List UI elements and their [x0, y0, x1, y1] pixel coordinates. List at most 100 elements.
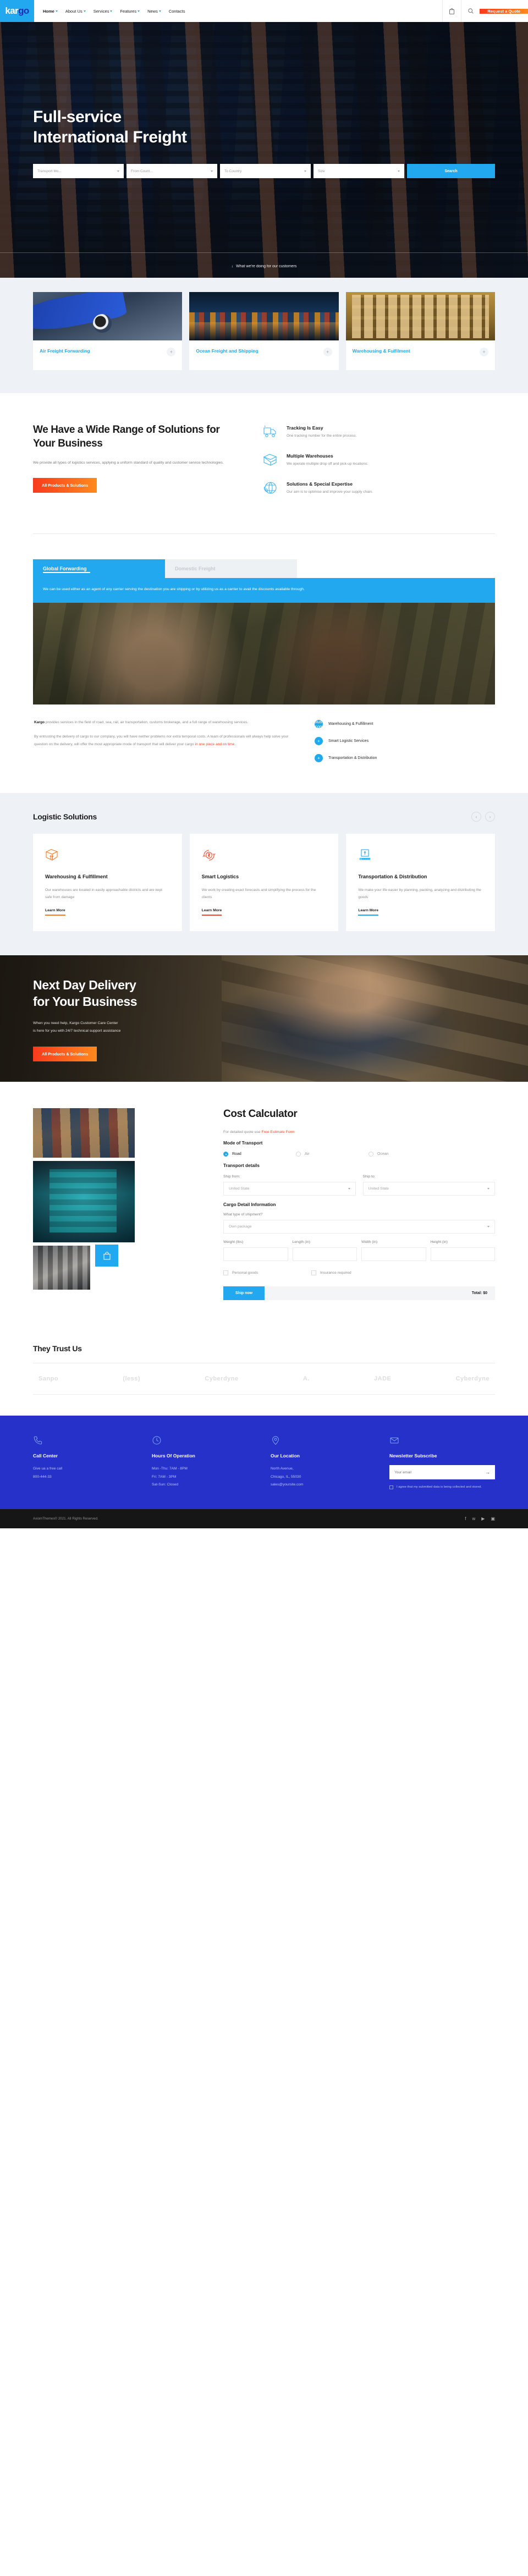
client-logo: Cyberdyne — [455, 1375, 490, 1383]
hero-scroll-hint[interactable]: ↓ What we're doing for our customers — [0, 260, 528, 270]
consent-label: I agree that my submitted data is being … — [397, 1485, 482, 1489]
checkbox-insurance-required[interactable]: Insurance required — [311, 1270, 399, 1276]
newsletter-consent[interactable]: I agree that my submitted data is being … — [389, 1485, 495, 1490]
chevron-down-icon — [110, 10, 113, 12]
nav-item-features[interactable]: Features — [120, 9, 140, 14]
solution-card[interactable]: Smart Logistics We work by creating exac… — [189, 834, 339, 932]
site-header: kargo Home About Us Services Features Ne… — [0, 0, 528, 22]
width-input[interactable] — [361, 1247, 426, 1262]
weight-input[interactable] — [223, 1247, 288, 1262]
tab-panel-image — [33, 603, 495, 705]
plus-icon[interactable]: + — [479, 348, 488, 356]
request-quote-button[interactable]: Request a Quote — [480, 8, 528, 14]
nav-item-news[interactable]: News — [147, 9, 161, 14]
instagram-icon[interactable]: ▣ — [491, 1516, 495, 1521]
weight-label: Weight (lbs) — [223, 1240, 244, 1245]
twitter-icon[interactable]: w — [472, 1516, 476, 1521]
service-card[interactable]: Warehousing & Fulfilment + — [345, 292, 495, 370]
checkbox-label: Insurance required — [320, 1271, 351, 1275]
money-cycle-icon — [202, 848, 327, 863]
checkbox-personal-goods[interactable]: Personal goods — [223, 1270, 311, 1276]
size-select[interactable]: Size — [314, 164, 404, 179]
feature-desc: We operate multiple drop off and pick-up… — [287, 462, 369, 466]
cart-icon[interactable] — [95, 1245, 118, 1267]
radio-dot-icon — [223, 1152, 228, 1157]
hero-search-form: Transport Mo... From Count... To Country… — [33, 164, 495, 179]
learn-more-link[interactable]: Learn More — [201, 909, 222, 916]
ship-now-button[interactable]: Ship now — [223, 1286, 265, 1301]
radio-road[interactable]: Road — [223, 1152, 296, 1157]
tab-global-forwarding[interactable]: Global Forwarding — [33, 559, 165, 578]
learn-more-link[interactable]: Learn More — [358, 909, 378, 916]
plus-icon: + — [315, 754, 323, 763]
solution-card[interactable]: Transportation & Distribution We make yo… — [346, 834, 496, 932]
bullet-item[interactable]: plus-icon Warehousing & Fulfillment — [314, 719, 494, 729]
nav-item-about[interactable]: About Us — [65, 9, 86, 14]
checkbox-icon — [223, 1270, 228, 1276]
calculator-form: Cost Calculator For detailed quote use F… — [223, 1108, 495, 1301]
footer-column-lines: Mon -Thu: 7AM - 8PM Fri: 7AM - 3PM Sat-S… — [152, 1465, 257, 1489]
select-value: Own package — [229, 1225, 252, 1229]
all-products-button[interactable]: All Products & Solutions — [33, 478, 97, 493]
globe-support-icon — [263, 481, 279, 496]
footer-column-title: Call Center — [33, 1453, 58, 1459]
tab-paragraph-2-main: By entrusting the delivery of cargo to o… — [34, 735, 289, 746]
ocean-freight-image — [189, 292, 339, 340]
to-country-select[interactable]: To Country — [220, 164, 311, 179]
cart-icon[interactable] — [442, 0, 461, 22]
service-card[interactable]: Ocean Freight and Shipping + — [189, 292, 339, 370]
ship-from-select[interactable]: United State — [223, 1182, 356, 1196]
cost-calculator-section: Cost Calculator For detailed quote use F… — [0, 1082, 528, 1325]
select-value: United State — [368, 1187, 389, 1191]
footer-line: Give ua a free call — [33, 1467, 63, 1471]
youtube-icon[interactable]: ▶ — [481, 1516, 485, 1521]
logo[interactable]: kargo — [0, 0, 34, 22]
free-estimate-link[interactable]: Free Estimate Form — [262, 1130, 295, 1134]
feature-title: Solutions & Special Expertise — [287, 481, 353, 487]
nav-item-services[interactable]: Services — [94, 9, 113, 14]
solution-desc: We make your life easier by planning, pa… — [358, 888, 481, 899]
feature-title: Multiple Warehouses — [287, 453, 333, 459]
footer-line-email[interactable]: sales@yoursite.com — [271, 1481, 376, 1489]
nav-item-home[interactable]: Home — [43, 9, 58, 14]
nextday-products-button[interactable]: All Products & Solutions — [33, 1046, 97, 1061]
length-input[interactable] — [292, 1247, 357, 1262]
ship-to-select[interactable]: United State — [362, 1182, 495, 1196]
footer-column-lines: Give ua a free call 800-444-33 — [33, 1465, 139, 1481]
solution-card[interactable]: Warehousing & Fulfillment Our warehouses… — [33, 834, 182, 932]
carousel-prev-button[interactable]: ‹ — [471, 812, 481, 822]
nextday-desc-line-2: is here for you with 24/7 technical supp… — [33, 1029, 121, 1033]
plus-icon[interactable]: + — [167, 348, 176, 356]
radio-ocean[interactable]: Ocean — [369, 1152, 441, 1157]
height-input[interactable] — [430, 1247, 495, 1262]
carousel-next-button[interactable]: › — [485, 812, 495, 822]
social-links: f w ▶ ▣ — [465, 1516, 495, 1521]
select-value: To Country — [224, 169, 242, 173]
hero-search-button[interactable]: Search — [407, 164, 495, 179]
site-footer: Call Center Give ua a free call 800-444-… — [0, 1416, 528, 1509]
shipment-type-select[interactable]: Own package — [223, 1220, 495, 1234]
tab-paragraph-1-rest: provides services in the field of road, … — [45, 720, 249, 725]
nav-item-contacts[interactable]: Contacts — [169, 9, 185, 14]
nav-label: Services — [93, 8, 109, 14]
footer-column-location: Our Location North Avenue, Chicago, IL, … — [271, 1435, 376, 1490]
transport-mode-select[interactable]: Transport Mo... — [33, 164, 124, 179]
range-section: We Have a Wide Range of Solutions for Yo… — [0, 393, 528, 533]
nextday-title-line-1: Next Day Delivery — [33, 978, 136, 993]
from-country-select[interactable]: From Count... — [127, 164, 217, 179]
search-icon[interactable] — [461, 0, 480, 22]
facebook-icon[interactable]: f — [465, 1516, 466, 1521]
bullet-item[interactable]: + Smart Logistic Services — [315, 737, 494, 746]
radio-air[interactable]: Air — [296, 1152, 369, 1157]
checkbox-icon[interactable] — [389, 1485, 393, 1490]
arrow-right-icon[interactable]: → — [485, 1469, 490, 1475]
plus-icon[interactable]: + — [323, 348, 332, 356]
newsletter-email-input[interactable] — [394, 1470, 485, 1474]
chevron-down-icon — [398, 170, 400, 172]
trust-logo-row: Sanpo (less) Cyberdyne A. JADE Cyberdyne — [33, 1363, 495, 1395]
bullet-item[interactable]: + Transportation & Distribution — [315, 754, 494, 763]
learn-more-link[interactable]: Learn More — [45, 909, 65, 916]
tab-domestic-freight[interactable]: Domestic Freight — [165, 559, 297, 578]
logo-text: kargo — [5, 5, 29, 16]
service-card[interactable]: Air Freight Forwarding + — [33, 292, 183, 370]
